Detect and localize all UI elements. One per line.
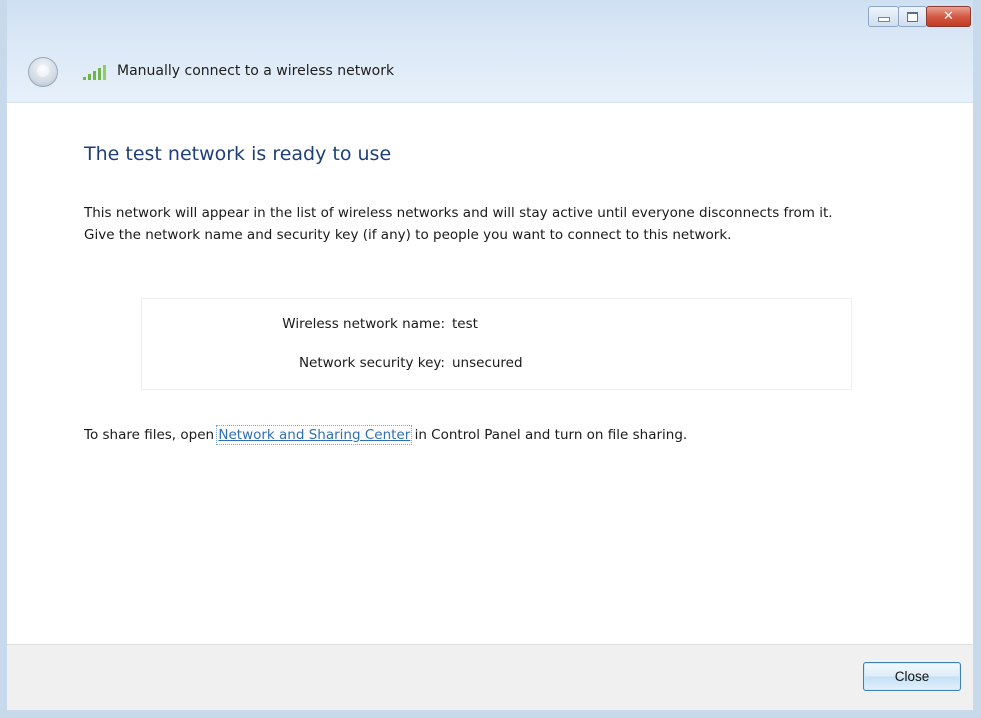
close-icon: ✕ <box>943 9 954 24</box>
security-key-label: Network security key: <box>298 355 445 371</box>
maximize-button[interactable] <box>898 6 927 27</box>
wizard-window: ✕ Manually connect to a wireless network… <box>0 0 981 718</box>
page-heading: The test network is ready to use <box>84 143 392 165</box>
network-details-box: Wireless network name: test Network secu… <box>141 298 852 390</box>
close-window-button[interactable]: ✕ <box>926 6 971 27</box>
wizard-title: Manually connect to a wireless network <box>117 63 395 79</box>
network-name-value: test <box>452 316 478 332</box>
share-files-text: To share files, open Network and Sharing… <box>84 425 688 445</box>
network-name-label: Wireless network name: <box>282 316 445 332</box>
wireless-signal-icon <box>83 65 106 80</box>
maximize-icon <box>907 11 918 22</box>
security-key-value: unsecured <box>452 355 523 371</box>
share-prefix: To share files, open <box>84 427 219 443</box>
minimize-button[interactable] <box>868 6 899 27</box>
share-suffix: in Control Panel and turn on file sharin… <box>410 427 688 443</box>
back-button[interactable] <box>28 57 58 87</box>
caption-buttons: ✕ <box>868 6 971 27</box>
network-sharing-center-link[interactable]: Network and Sharing Center <box>216 425 413 445</box>
description-text: This network will appear in the list of … <box>84 205 833 243</box>
title-bar: ✕ Manually connect to a wireless network <box>7 0 973 103</box>
footer-bar: Close <box>7 644 973 710</box>
minimize-icon <box>877 17 890 22</box>
close-button[interactable]: Close <box>863 662 961 691</box>
